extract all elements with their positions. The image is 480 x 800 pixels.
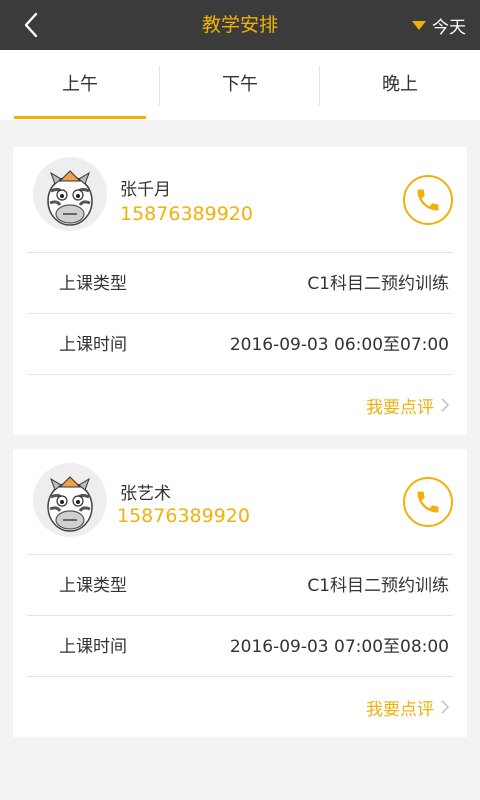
student-name: 张艺术 (120, 484, 171, 504)
divider (27, 676, 453, 677)
phone-icon (417, 491, 439, 513)
call-button[interactable] (403, 477, 453, 527)
divider (27, 252, 453, 253)
avatar (33, 157, 107, 231)
review-label: 我要点评 (366, 699, 434, 720)
zebra-avatar-icon (47, 170, 93, 226)
review-button[interactable]: 我要点评 (366, 393, 449, 418)
class-type-label: 上课类型 (59, 274, 127, 294)
chevron-right-icon (441, 398, 449, 412)
review-button[interactable]: 我要点评 (366, 695, 449, 720)
appointment-card: 张千月 15876389920 上课类型 C1科目二预约训练 上课时间 2016… (13, 147, 467, 435)
class-type-value: C1科目二预约训练 (307, 576, 449, 596)
appointment-card: 张艺术 15876389920 上课类型 C1科目二预约训练 上课时间 2016… (13, 449, 467, 737)
tab-afternoon[interactable]: 下午 (160, 50, 320, 120)
class-time-value: 2016-09-03 06:00至07:00 (229, 335, 449, 355)
class-time-label: 上课时间 (59, 637, 127, 657)
chevron-right-icon (441, 700, 449, 714)
period-tabs: 上午 下午 晚上 (0, 50, 480, 120)
tab-evening[interactable]: 晚上 (320, 50, 480, 120)
tab-morning[interactable]: 上午 (0, 50, 160, 120)
dropdown-triangle-icon (412, 20, 426, 30)
date-filter-button[interactable]: 今天 (412, 0, 466, 50)
class-type-label: 上课类型 (59, 576, 127, 596)
call-button[interactable] (403, 175, 453, 225)
zebra-avatar-icon (47, 476, 93, 532)
date-filter-label: 今天 (432, 17, 466, 38)
divider (27, 554, 453, 555)
class-time-value: 2016-09-03 07:00至08:00 (229, 637, 449, 657)
divider (27, 374, 453, 375)
class-time-label: 上课时间 (59, 335, 127, 355)
page-title: 教学安排 (201, 14, 278, 36)
review-label: 我要点评 (366, 397, 434, 418)
student-phone[interactable]: 15876389920 (117, 505, 250, 527)
divider (27, 615, 453, 616)
phone-icon (417, 189, 439, 211)
divider (27, 313, 453, 314)
top-bar: 教学安排 今天 (0, 0, 480, 50)
student-name: 张千月 (120, 180, 171, 200)
active-tab-indicator (14, 116, 146, 119)
student-phone[interactable]: 15876389920 (120, 203, 253, 225)
avatar (33, 463, 107, 537)
class-type-value: C1科目二预约训练 (307, 274, 449, 294)
